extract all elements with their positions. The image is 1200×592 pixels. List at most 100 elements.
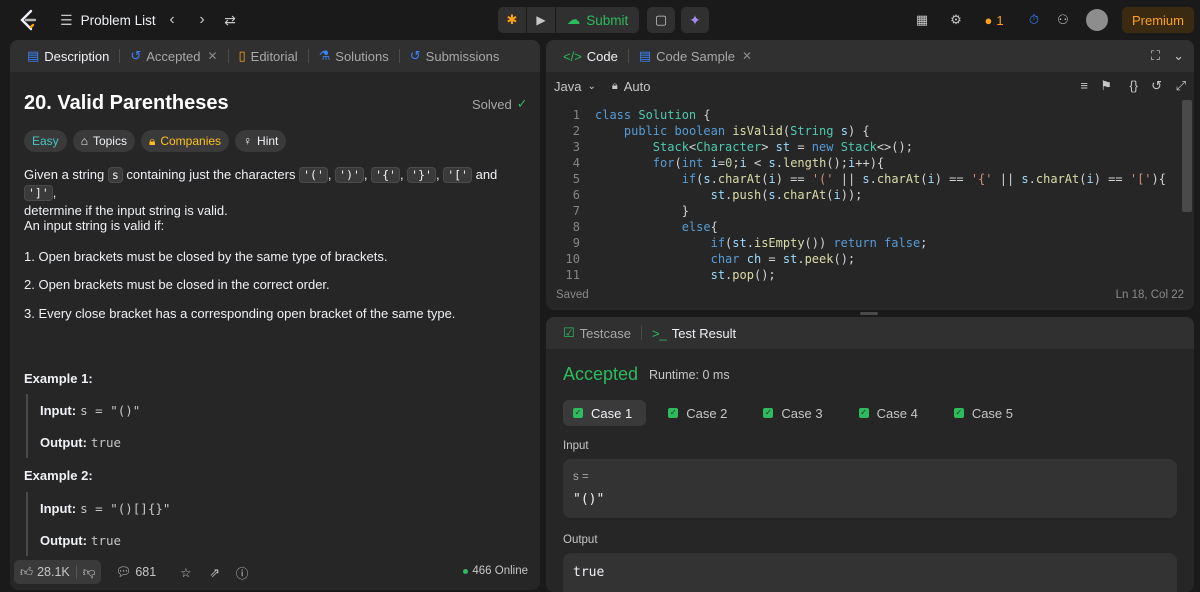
tab-solutions-label: Solutions — [335, 48, 389, 64]
tab-code-sample[interactable]: ▤ Code Sample ✕ — [632, 40, 759, 72]
line-number: 1 — [572, 108, 580, 122]
shuffle-icon[interactable]: ⇄ — [218, 8, 242, 32]
companies-label: Companies — [160, 134, 222, 148]
online-count: 466 Online — [463, 565, 528, 577]
close-icon[interactable]: ✕ — [207, 49, 217, 63]
rule-1: 1. Open brackets must be closed by the s… — [24, 249, 388, 264]
companies-chip[interactable]: 🔒︎ Companies — [140, 130, 230, 152]
terminal-icon: >_ — [651, 325, 667, 341]
chevron-left-icon[interactable]: ‹ — [160, 8, 184, 32]
line-number: 3 — [572, 140, 580, 154]
collapse-icon[interactable]: ⌄ — [1173, 48, 1184, 64]
play-icon: ▶ — [536, 13, 546, 27]
avatar[interactable] — [1086, 9, 1108, 31]
leetcode-logo-icon[interactable] — [16, 8, 40, 32]
top-bar: ☰ Problem List ‹ › ⇄ ✱ ▶ ☁ Submit ▢ ✦ ▦ … — [0, 0, 1200, 40]
tab-editorial[interactable]: ▯ Editorial — [232, 40, 305, 72]
bookmark-icon[interactable]: ⚑ — [1100, 78, 1112, 94]
maximize-icon[interactable]: ⛶ — [1151, 48, 1160, 64]
cloud-upload-icon: ☁ — [566, 12, 581, 27]
code-line: public boolean isValid(String s) { — [623, 124, 870, 138]
code-line: if(s.charAt(i) == '(' || s.charAt(i) == … — [681, 172, 1166, 186]
dislike-button[interactable]: 👎︎ — [77, 560, 102, 584]
tab-accepted[interactable]: ↺ Accepted ✕ — [123, 40, 224, 72]
debug-button[interactable]: ✱ — [498, 7, 526, 33]
comment-count: 681 — [135, 565, 157, 579]
share-button[interactable]: ⇗ — [209, 565, 219, 580]
favorite-button[interactable]: ☆ — [180, 565, 191, 580]
tab-divider — [398, 49, 400, 63]
check-icon: ✓ — [763, 408, 774, 418]
comments-button[interactable]: 💬︎ 681 — [115, 565, 156, 580]
problem-title[interactable]: 20. Valid Parentheses — [24, 92, 229, 115]
document-icon: ▤ — [27, 48, 40, 63]
tab-test-result[interactable]: >_ Test Result — [645, 317, 743, 349]
layout-icon[interactable]: ▦ — [912, 8, 932, 32]
settings-gear-icon[interactable]: ⚙ — [946, 8, 966, 32]
add-friend-icon[interactable]: ⚇ — [1052, 8, 1074, 32]
problem-statement: Given a string s containing just the cha… — [24, 167, 498, 218]
comment-icon: 💬︎ — [115, 564, 132, 579]
tab-code-sample-label: Code Sample — [656, 48, 735, 64]
example-1-block: Input: s = "()" Output: true — [26, 394, 140, 458]
tab-description[interactable]: ▤ Description — [20, 40, 116, 72]
case-tab[interactable]: ✓ Case 5 — [944, 400, 1027, 426]
output-label: Output: — [40, 532, 87, 548]
save-status: Saved — [556, 289, 589, 301]
tab-code[interactable]: </> Code — [556, 40, 625, 72]
case-tab[interactable]: ✓ Case 1 — [563, 400, 647, 426]
inline-code: ')' — [335, 167, 364, 183]
line-number: 11 — [565, 268, 580, 282]
language-select[interactable]: Java ⌄ — [554, 79, 596, 94]
line-number: 2 — [572, 124, 580, 138]
panel-resize-handle[interactable] — [860, 312, 878, 315]
case-tab[interactable]: ✓ Case 3 — [753, 400, 836, 426]
reset-icon[interactable]: ↺ — [1151, 78, 1162, 94]
chevron-right-icon[interactable]: › — [190, 8, 214, 32]
tab-testcase-label: Testcase — [579, 325, 631, 341]
output-value: true — [90, 532, 122, 548]
lightbulb-icon: ♀ — [243, 134, 253, 148]
tab-submissions[interactable]: ↺ Submissions — [403, 40, 507, 72]
help-button[interactable]: ⓘ — [236, 563, 249, 582]
check-icon: ✓ — [953, 408, 964, 418]
problem-list-button[interactable]: ☰ Problem List — [60, 8, 156, 32]
timer-icon[interactable]: ⏱ — [1024, 8, 1044, 32]
premium-button[interactable]: Premium — [1122, 7, 1194, 33]
run-button[interactable]: ▶ — [527, 7, 555, 33]
tab-divider — [640, 326, 642, 340]
note-button[interactable]: ▢ — [647, 7, 675, 33]
like-button[interactable]: 👍︎ 28.1K — [14, 560, 76, 584]
tab-solutions[interactable]: ⚗ Solutions — [312, 40, 396, 72]
case-tab[interactable]: ✓ Case 4 — [849, 400, 932, 426]
close-icon[interactable]: ✕ — [742, 49, 752, 63]
streak-counter[interactable]: ● 1 — [978, 8, 1010, 32]
submit-button[interactable]: ☁ Submit — [556, 7, 639, 33]
rule-3: 3. Every close bracket has a correspondi… — [24, 306, 456, 321]
rule-2: 2. Open brackets must be closed in the c… — [24, 277, 330, 292]
code-line: for(int i=0;i < s.length();i++){ — [652, 156, 885, 170]
braces-icon[interactable]: {} — [1129, 78, 1138, 93]
expand-icon[interactable]: ⤢ — [1176, 78, 1186, 94]
auto-mode[interactable]: 🔒︎ Auto — [612, 79, 651, 94]
case-tab[interactable]: ✓ Case 2 — [658, 400, 741, 426]
input-box: s = "()" — [563, 459, 1177, 518]
check-icon: ✓ — [573, 408, 583, 418]
format-icon[interactable]: ≡ — [1080, 78, 1088, 93]
case-tabs: ✓ Case 1 ✓ Case 2 ✓ Case 3 ✓ Case 4 ✓ Case 5 — [563, 400, 1027, 426]
bug-icon: ✱ — [506, 12, 518, 27]
online-label: 466 Online — [472, 565, 528, 577]
difficulty-badge: Easy — [24, 130, 67, 152]
case-label: Case 5 — [971, 405, 1014, 421]
fire-icon: ● — [984, 12, 993, 28]
check-circle-icon: ✓ — [516, 96, 528, 111]
ai-button[interactable]: ✦ — [681, 7, 709, 33]
language-label: Java — [554, 78, 582, 94]
tab-testcase[interactable]: ☑ Testcase — [556, 317, 638, 349]
hint-chip[interactable]: ♀ Hint — [235, 130, 287, 152]
editor-scrollbar[interactable] — [1182, 100, 1192, 212]
thumbs-up-icon: 👍︎ — [20, 564, 34, 579]
line-number: 6 — [572, 188, 580, 202]
topics-chip[interactable]: ⌂ Topics — [72, 130, 135, 152]
code-editor[interactable]: 1 2 3 4 5 6 7 8 9 10 11 class Solution {… — [546, 100, 1180, 310]
